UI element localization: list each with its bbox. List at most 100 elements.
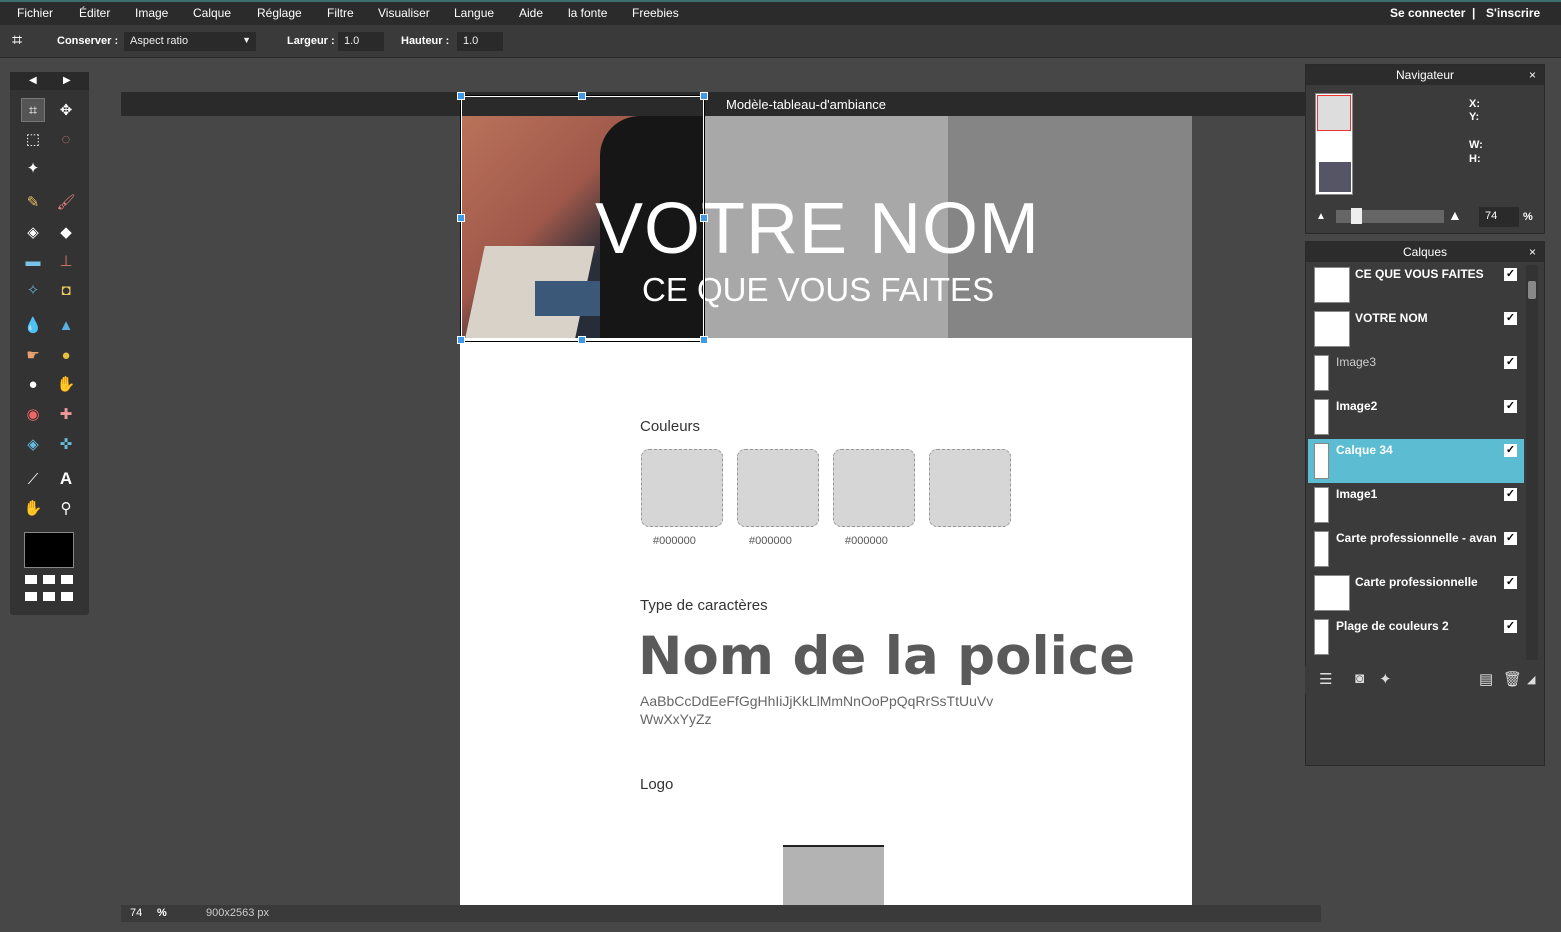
layer-visibility-checkbox[interactable]: ✓: [1504, 312, 1517, 325]
red-eye-icon[interactable]: ◉: [21, 402, 45, 426]
eraser-tool-icon[interactable]: ◈: [21, 220, 45, 244]
aspect-select[interactable]: Aspect ratio ▼: [124, 32, 256, 51]
layer-visibility-checkbox[interactable]: ✓: [1504, 576, 1517, 589]
eyedropper-icon[interactable]: ⟋: [21, 467, 45, 491]
layer-row[interactable]: VOTRE NOM ✓: [1308, 307, 1524, 351]
crop-tool-icon[interactable]: ⌗: [21, 98, 45, 122]
layer-row[interactable]: Plage de couleurs 2 ✓: [1308, 615, 1524, 659]
layer-visibility-checkbox[interactable]: ✓: [1504, 620, 1517, 633]
layer-row[interactable]: CE QUE VOUS FAITES ✓: [1308, 263, 1524, 307]
move-tool-icon[interactable]: ✥: [54, 98, 78, 122]
signup-link[interactable]: S'inscrire: [1486, 6, 1540, 20]
pinch-tool-icon[interactable]: ✜: [54, 432, 78, 456]
lasso-tool-icon[interactable]: ◌: [54, 127, 78, 151]
zoom-tool-icon[interactable]: ⚲: [54, 496, 78, 520]
document-title: Modèle-tableau-d'ambiance: [726, 97, 887, 112]
crop-handle-ne[interactable]: [700, 92, 708, 100]
stamp-tool-icon[interactable]: ⊥: [54, 249, 78, 273]
bucket-tool-icon[interactable]: ◆: [54, 220, 78, 244]
sponge-tool-icon[interactable]: ●: [54, 343, 78, 367]
layer-row[interactable]: Carte professionnelle - avan ✓: [1308, 527, 1524, 571]
menu-file[interactable]: Fichier: [17, 6, 53, 20]
layer-mask-icon[interactable]: ◙: [1355, 670, 1364, 687]
layer-row-active[interactable]: Calque 34 ✓: [1308, 439, 1524, 483]
zoom-out-icon[interactable]: ▲: [1316, 211, 1326, 222]
menu-view[interactable]: Visualiser: [378, 6, 430, 20]
close-icon[interactable]: ×: [1529, 242, 1536, 262]
menu-layer[interactable]: Calque: [193, 6, 231, 20]
width-input[interactable]: 1.0: [338, 32, 384, 51]
crop-icon[interactable]: ⌗: [12, 30, 22, 51]
status-zoom[interactable]: 74: [130, 907, 142, 919]
menu-freebies[interactable]: Freebies: [632, 6, 679, 20]
crop-handle-nw[interactable]: [457, 92, 465, 100]
foreground-color-swatch[interactable]: [24, 532, 74, 568]
image-layer-thumb: [1314, 531, 1329, 567]
arrow-left-icon[interactable]: ◀: [29, 75, 37, 86]
spot-heal-icon[interactable]: ✚: [54, 402, 78, 426]
layer-row[interactable]: Carte professionnelle ✓: [1308, 571, 1524, 615]
brush-tool-icon[interactable]: 🖌: [54, 190, 78, 214]
status-zoom-unit: %: [157, 907, 167, 919]
height-label: Hauteur :: [401, 35, 450, 47]
toolbox-header[interactable]: ◀ ▶: [10, 72, 89, 90]
crop-handle-w[interactable]: [457, 214, 465, 222]
resize-grip-icon[interactable]: ◢: [1527, 673, 1535, 686]
navigator-preview[interactable]: [1315, 93, 1353, 195]
blur-tool-icon[interactable]: 💧: [21, 313, 45, 337]
zoom-in-icon[interactable]: ▲: [1448, 207, 1462, 223]
sharpen-tool-icon[interactable]: ▲: [54, 313, 78, 337]
layer-visibility-checkbox[interactable]: ✓: [1504, 488, 1517, 501]
zoom-input[interactable]: 74: [1479, 207, 1519, 227]
layers-scrollbar[interactable]: [1526, 265, 1538, 660]
gradient-tool-icon[interactable]: ▬: [21, 249, 45, 273]
crop-handle-s[interactable]: [578, 336, 586, 344]
layer-settings-icon[interactable]: ☰: [1319, 670, 1332, 688]
crop-handle-se[interactable]: [700, 336, 708, 344]
bloat-tool-icon[interactable]: ◈: [21, 432, 45, 456]
layer-visibility-checkbox[interactable]: ✓: [1504, 356, 1517, 369]
document-tab[interactable]: Modèle-tableau-d'ambiance: [121, 92, 1321, 116]
text-tool-icon[interactable]: A: [54, 467, 78, 491]
arrow-right-icon[interactable]: ▶: [63, 75, 71, 86]
menu-adjust[interactable]: Réglage: [257, 6, 302, 20]
layer-visibility-checkbox[interactable]: ✓: [1504, 532, 1517, 545]
menu-font[interactable]: la fonte: [568, 6, 607, 20]
replace-color-icon[interactable]: ✧: [21, 278, 45, 302]
crop-handle-e[interactable]: [700, 214, 708, 222]
text-layer-thumb: [1314, 575, 1350, 611]
keep-label: Conserver :: [57, 35, 119, 47]
drawing-tool-icon[interactable]: ◘: [54, 278, 78, 302]
layer-effects-icon[interactable]: ✦: [1379, 670, 1392, 688]
height-input[interactable]: 1.0: [457, 32, 503, 51]
layers-scrollbar-thumb[interactable]: [1528, 281, 1536, 299]
hand-tool-icon[interactable]: ✋: [21, 496, 45, 520]
grid-view-icon[interactable]: [25, 575, 73, 603]
crop-handle-sw[interactable]: [457, 336, 465, 344]
trash-icon[interactable]: 🗑: [1503, 670, 1522, 688]
menu-language[interactable]: Langue: [454, 6, 494, 20]
zoom-slider-handle[interactable]: [1351, 208, 1362, 224]
dodge-tool-icon[interactable]: ✋: [54, 372, 78, 396]
layer-name: Plage de couleurs 2: [1336, 619, 1449, 633]
layer-row[interactable]: Image3 ✓: [1308, 351, 1524, 395]
layer-row[interactable]: Image1 ✓: [1308, 483, 1524, 527]
new-layer-icon[interactable]: ▤: [1479, 670, 1493, 688]
menu-edit[interactable]: Éditer: [79, 6, 110, 20]
layer-visibility-checkbox[interactable]: ✓: [1504, 268, 1517, 281]
layer-visibility-checkbox[interactable]: ✓: [1504, 444, 1517, 457]
pencil-tool-icon[interactable]: ✎: [21, 190, 45, 214]
crop-selection[interactable]: [460, 95, 705, 342]
close-icon[interactable]: ×: [1529, 65, 1536, 85]
login-link[interactable]: Se connecter: [1390, 6, 1465, 20]
menu-help[interactable]: Aide: [519, 6, 543, 20]
smudge-tool-icon[interactable]: ☛: [21, 343, 45, 367]
layer-visibility-checkbox[interactable]: ✓: [1504, 400, 1517, 413]
menu-image[interactable]: Image: [135, 6, 168, 20]
magic-wand-icon[interactable]: ✦: [21, 156, 45, 180]
burn-tool-icon[interactable]: ●: [21, 372, 45, 396]
menu-filter[interactable]: Filtre: [327, 6, 354, 20]
layer-row[interactable]: Image2 ✓: [1308, 395, 1524, 439]
marquee-tool-icon[interactable]: ⬚: [21, 127, 45, 151]
crop-handle-n[interactable]: [578, 92, 586, 100]
